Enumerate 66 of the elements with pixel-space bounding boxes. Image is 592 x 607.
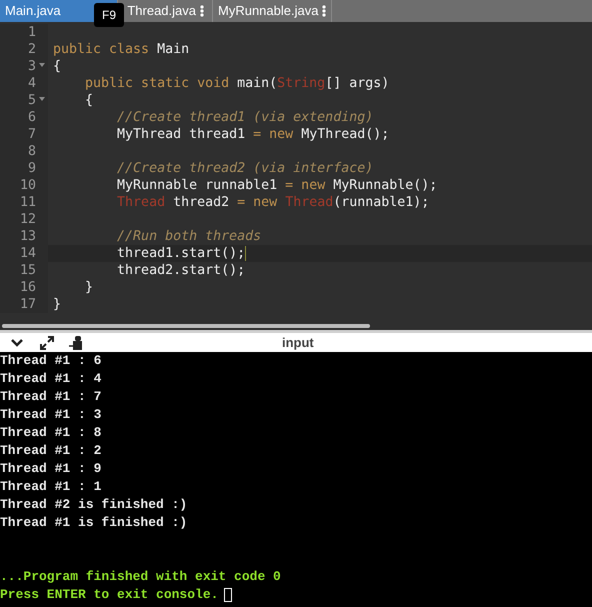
console-line: Thread #1 : 4 (0, 370, 102, 388)
code-token: (runnable1); (333, 194, 430, 211)
line-number: 8 (28, 143, 36, 160)
fold-arrow-icon[interactable] (39, 97, 45, 101)
line-number: 17 (20, 296, 36, 313)
code-token: //Create thread1 (via extending) (116, 109, 374, 126)
fold-arrow-icon[interactable] (39, 63, 45, 67)
line-number: 6 (28, 109, 36, 126)
code-token: Thread (285, 194, 334, 211)
code-token: thread2.start(); (116, 262, 246, 279)
code-token: } (53, 296, 62, 313)
code-token: [] args) (325, 75, 390, 92)
console-line: Thread #1 : 7 (0, 388, 102, 406)
expand-icon[interactable] (39, 334, 55, 350)
console-line: Thread #1 is finished :) (0, 514, 188, 532)
more-icon[interactable] (200, 5, 204, 17)
code-token: = new (285, 177, 326, 194)
code-token: thread1.start(); (116, 245, 246, 262)
code-token: MyThread thread1 (116, 126, 246, 143)
code-token: public class (53, 41, 150, 58)
code-token: //Create thread2 (via interface) (116, 160, 374, 177)
code-token: main( (237, 75, 278, 92)
console-title: input (282, 334, 314, 352)
console-line: Press ENTER to exit console. (0, 586, 218, 604)
code-token: = new (237, 194, 278, 211)
console-line: Thread #1 : 2 (0, 442, 102, 460)
code-token: = new (253, 126, 294, 143)
line-number: 1 (28, 24, 36, 41)
code-token: } (84, 279, 94, 296)
code-token: //Run both threads (116, 228, 262, 245)
console-line: Thread #1 : 1 (0, 478, 102, 496)
code-token: String (277, 75, 326, 92)
console-line: Thread #1 : 9 (0, 460, 102, 478)
line-number: 4 (28, 75, 36, 92)
text-cursor (245, 246, 246, 261)
line-number: 14 (20, 245, 36, 262)
more-icon[interactable] (322, 5, 326, 17)
user-icon[interactable] (69, 334, 83, 350)
chevron-down-icon[interactable] (10, 338, 24, 348)
code-token: { (84, 92, 94, 109)
code-token: Thread (116, 194, 166, 211)
line-number: 11 (20, 194, 36, 211)
line-number: 13 (20, 228, 36, 245)
code-token: public static void (84, 75, 230, 92)
line-number: 2 (28, 41, 36, 58)
code-token: thread2 (172, 194, 230, 211)
line-number: 5 (28, 92, 36, 109)
code-token: MyRunnable runnable1 (116, 177, 278, 194)
console-line: Thread #2 is finished :) (0, 496, 188, 514)
code-token: MyRunnable(); (333, 177, 438, 194)
line-number: 12 (20, 211, 36, 228)
line-number: 9 (28, 160, 36, 177)
horizontal-scrollbar[interactable] (2, 324, 370, 328)
tooltip: F9 (94, 3, 124, 27)
line-number: 3 (28, 58, 36, 75)
line-number: 15 (20, 262, 36, 279)
console-line: Thread #1 : 3 (0, 406, 102, 424)
console-line: Thread #1 : 6 (0, 352, 102, 370)
code-token: { (53, 58, 62, 75)
line-number: 7 (28, 126, 36, 143)
console-line: ...Program finished with exit code 0 (0, 568, 281, 586)
code-token: Main (157, 41, 190, 58)
line-number: 10 (20, 177, 36, 194)
console-line: Thread #1 : 8 (0, 424, 102, 442)
code-token: MyThread(); (301, 126, 390, 143)
line-number: 16 (20, 279, 36, 296)
